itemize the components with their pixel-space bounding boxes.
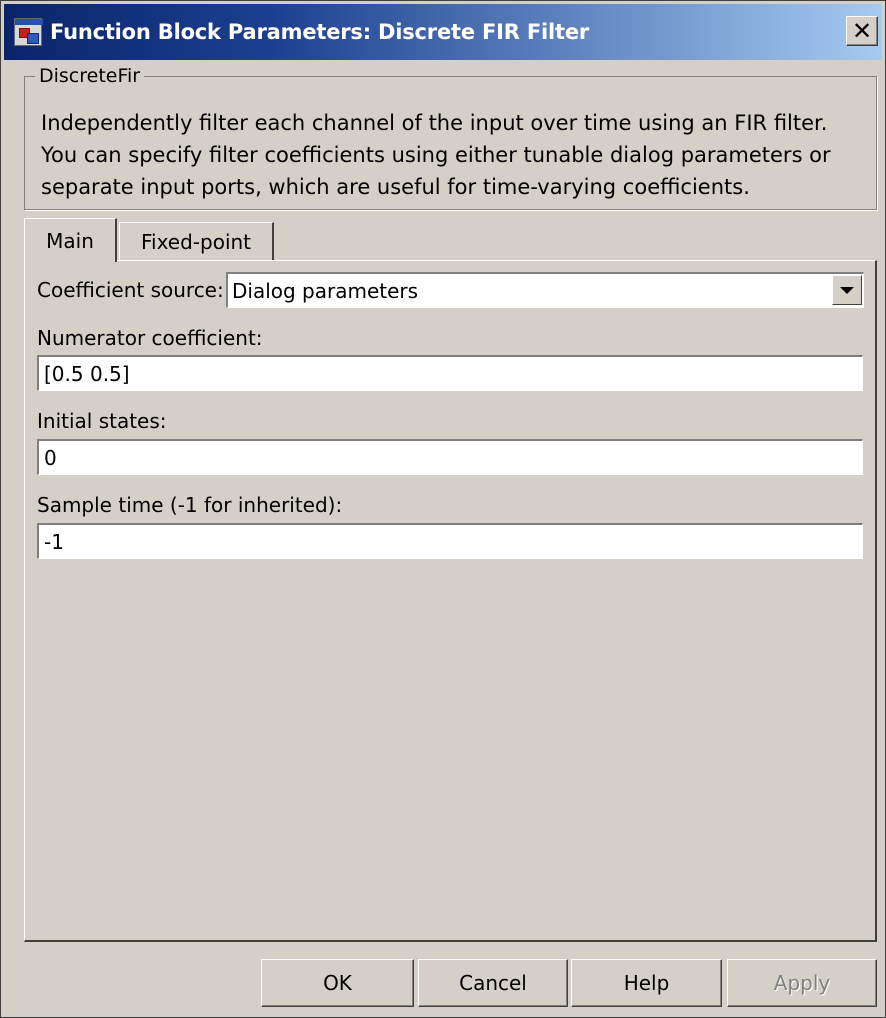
- coefficient-source-value: Dialog parameters: [232, 279, 419, 303]
- group-legend: DiscreteFir: [35, 65, 145, 87]
- tab-fixed-point[interactable]: Fixed-point: [119, 222, 274, 260]
- initial-states-label: Initial states:: [37, 409, 167, 433]
- title-bar[interactable]: Function Block Parameters: Discrete FIR …: [4, 4, 882, 60]
- dialog-window: Function Block Parameters: Discrete FIR …: [0, 0, 886, 1018]
- sample-time-field[interactable]: -1: [37, 523, 863, 559]
- numerator-coefficient-label: Numerator coefficient:: [37, 326, 263, 350]
- dropdown-arrow-button[interactable]: [832, 275, 862, 305]
- numerator-coefficient-field[interactable]: [0.5 0.5]: [37, 355, 863, 391]
- ok-button[interactable]: OK: [261, 959, 414, 1007]
- window-title: Function Block Parameters: Discrete FIR …: [50, 20, 590, 44]
- apply-button[interactable]: Apply: [727, 959, 877, 1007]
- sample-time-label: Sample time (-1 for inherited):: [37, 493, 343, 517]
- close-button[interactable]: ✕: [846, 16, 878, 46]
- simulink-block-icon: [14, 18, 43, 46]
- coefficient-source-label: Coefficient source:: [37, 278, 224, 302]
- chevron-down-icon: [840, 286, 854, 294]
- main-tab-panel: Coefficient source: Dialog parameters Nu…: [24, 260, 877, 942]
- cancel-button[interactable]: Cancel: [418, 959, 568, 1007]
- tab-main[interactable]: Main: [24, 218, 117, 262]
- close-icon: ✕: [851, 17, 873, 45]
- help-button[interactable]: Help: [571, 959, 722, 1007]
- coefficient-source-dropdown[interactable]: Dialog parameters: [226, 272, 864, 308]
- description-group: DiscreteFir Independently filter each ch…: [24, 65, 877, 210]
- initial-states-field[interactable]: 0: [37, 439, 863, 475]
- block-description: Independently filter each channel of the…: [41, 111, 831, 199]
